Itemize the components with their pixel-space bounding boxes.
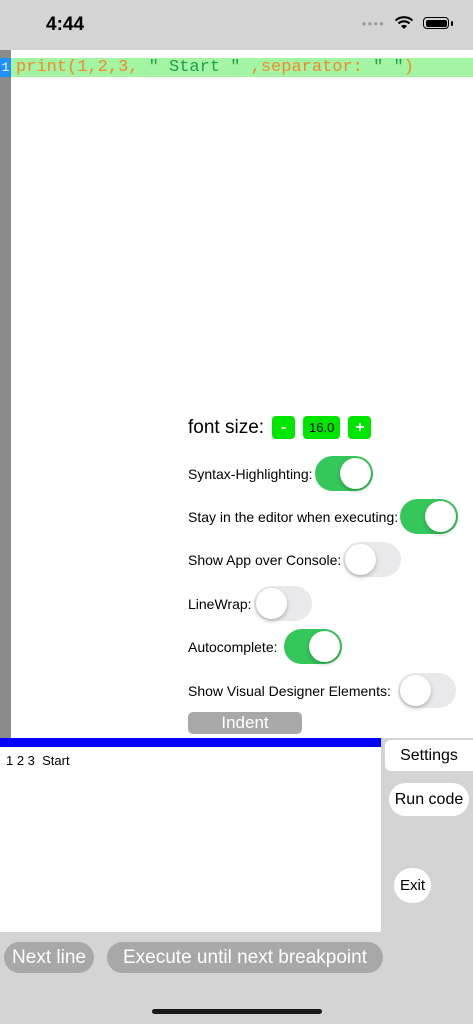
syntax-highlighting-label: Syntax-Highlighting: xyxy=(188,465,313,482)
stay-in-editor-row: Stay in the editor when executing: xyxy=(188,499,459,534)
visual-designer-row: Show Visual Designer Elements: xyxy=(188,673,456,708)
linewrap-toggle[interactable] xyxy=(253,586,312,621)
run-code-button[interactable]: Run code xyxy=(389,783,469,816)
toggle-knob xyxy=(425,501,457,532)
next-line-button[interactable]: Next line xyxy=(4,942,94,973)
console-output[interactable]: 1 2 3 Start xyxy=(0,747,381,932)
toggle-knob xyxy=(308,631,340,662)
stay-in-editor-toggle[interactable] xyxy=(400,499,459,534)
linewrap-row: LineWrap: xyxy=(188,586,312,621)
toggle-knob xyxy=(345,544,377,575)
autocomplete-label: Autocomplete: xyxy=(188,638,278,655)
autocomplete-toggle[interactable] xyxy=(283,629,342,664)
visual-designer-toggle[interactable] xyxy=(397,673,456,708)
status-icons: ●●●● xyxy=(361,16,453,30)
line-gutter xyxy=(0,50,11,738)
status-bar: 4:44 ●●●● xyxy=(0,0,473,50)
code-middle: ,separator: xyxy=(240,58,374,77)
font-size-row: font size: - 16.0 + xyxy=(188,416,372,439)
status-time: 4:44 xyxy=(46,14,85,35)
stay-in-editor-label: Stay in the editor when executing: xyxy=(188,508,399,525)
show-app-label: Show App over Console: xyxy=(188,551,342,568)
indent-button[interactable]: Indent xyxy=(188,712,302,734)
toggle-knob xyxy=(339,458,371,489)
syntax-highlighting-toggle[interactable] xyxy=(314,456,373,491)
font-size-value: 16.0 xyxy=(303,416,341,439)
code-text[interactable]: print(1,2,3, " Start " ,separator: " ") xyxy=(16,58,414,77)
linewrap-label: LineWrap: xyxy=(188,595,252,612)
code-string: " " xyxy=(373,58,404,77)
code-prefix: print(1,2,3, xyxy=(16,58,149,77)
battery-icon xyxy=(423,17,453,29)
console-text: 1 2 3 Start xyxy=(6,753,70,768)
show-app-row: Show App over Console: xyxy=(188,542,402,577)
settings-button[interactable]: Settings xyxy=(385,740,473,771)
toggle-knob xyxy=(255,588,287,619)
console-divider[interactable] xyxy=(0,738,381,747)
code-suffix: ) xyxy=(403,58,414,77)
signal-dots-icon: ●●●● xyxy=(361,18,385,28)
syntax-highlighting-row: Syntax-Highlighting: xyxy=(188,456,373,491)
font-decrease-button[interactable]: - xyxy=(272,416,296,439)
toggle-knob xyxy=(399,675,431,706)
font-increase-button[interactable]: + xyxy=(348,416,372,439)
exit-button[interactable]: Exit xyxy=(394,868,431,903)
line-number: 1 xyxy=(0,58,11,77)
wifi-icon xyxy=(394,16,414,29)
code-line[interactable]: 1 print(1,2,3, " Start " ,separator: " "… xyxy=(0,58,473,77)
font-size-label: font size: xyxy=(188,416,265,438)
autocomplete-row: Autocomplete: xyxy=(188,629,342,664)
show-app-toggle[interactable] xyxy=(343,542,402,577)
execute-until-breakpoint-button[interactable]: Execute until next breakpoint xyxy=(107,942,383,973)
code-string: " Start " xyxy=(148,58,241,77)
home-indicator[interactable] xyxy=(152,1009,322,1014)
visual-designer-label: Show Visual Designer Elements: xyxy=(188,682,391,699)
